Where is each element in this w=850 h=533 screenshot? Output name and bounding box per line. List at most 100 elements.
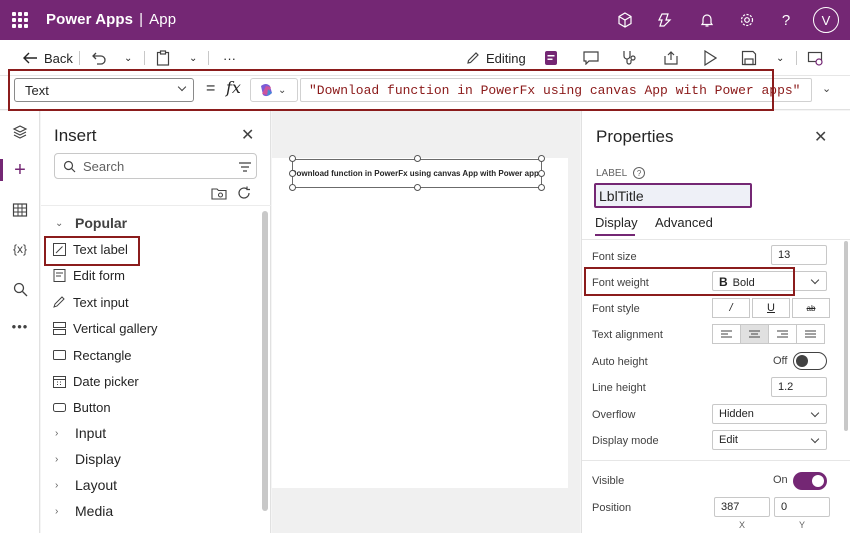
more-commands-button[interactable]: ··· [223, 49, 236, 67]
app-checker-button[interactable] [544, 49, 558, 67]
position-x-input[interactable]: 387 [714, 497, 770, 517]
item-label: Text input [73, 294, 129, 310]
visible-toggle[interactable] [793, 472, 827, 490]
section-input[interactable]: › Input [55, 425, 106, 441]
preview-play-button[interactable] [703, 49, 717, 67]
publish-button[interactable] [807, 49, 823, 67]
align-center-icon[interactable] [740, 324, 769, 344]
line-height-input[interactable]: 1.2 [771, 377, 827, 397]
paste-dropdown-chevron-icon[interactable]: ⌄ [189, 49, 197, 67]
app-checker-icon [545, 51, 557, 65]
app-launcher-icon[interactable] [12, 12, 28, 28]
close-icon[interactable]: ✕ [241, 125, 254, 145]
search-icon [63, 160, 76, 173]
x-caption: X [739, 520, 746, 530]
divider [582, 460, 850, 461]
tab-display[interactable]: Display [595, 215, 638, 230]
section-layout[interactable]: › Layout [55, 477, 117, 493]
back-button[interactable]: Back [22, 49, 73, 67]
paste-button[interactable] [156, 49, 170, 67]
environment-icon[interactable] [616, 11, 634, 29]
auto-height-toggle[interactable] [793, 352, 827, 370]
display-mode-dropdown[interactable]: Edit [712, 430, 827, 450]
font-size-input[interactable]: 13 [771, 245, 827, 265]
underline-button[interactable]: U [752, 298, 790, 318]
section-popular[interactable]: ⌄ Popular [55, 215, 127, 231]
resize-handle[interactable] [414, 184, 421, 191]
insert-item-vertical-gallery[interactable]: Vertical gallery [52, 317, 158, 339]
position-y-input[interactable]: 0 [774, 497, 830, 517]
highlight-formula-box [8, 69, 774, 111]
settings-gear-icon[interactable] [738, 11, 756, 29]
highlight-font-weight-box [584, 267, 795, 296]
section-label: Input [75, 425, 107, 441]
strikethrough-button[interactable]: ab [792, 298, 830, 318]
help-icon[interactable]: ? [777, 11, 795, 29]
save-dropdown-chevron-icon[interactable]: ⌄ [776, 49, 784, 67]
folder-search-icon[interactable] [211, 187, 227, 201]
section-display[interactable]: › Display [55, 451, 121, 467]
insert-item-date-picker[interactable]: Date picker [52, 370, 139, 392]
undo-dropdown-chevron-icon[interactable]: ⌄ [124, 49, 132, 67]
chevron-right-icon: › [55, 505, 59, 517]
highlight-text-label-box [44, 236, 140, 266]
notifications-icon[interactable] [698, 11, 716, 29]
resize-handle[interactable] [538, 170, 545, 177]
user-avatar[interactable]: V [813, 7, 839, 33]
copilot-icon[interactable] [657, 11, 675, 29]
insert-item-text-input[interactable]: Text input [52, 291, 129, 313]
help-icon[interactable]: ? [633, 167, 646, 179]
insert-item-edit-form[interactable]: Edit form [52, 264, 125, 286]
overflow-label: Overflow [592, 409, 636, 421]
resize-handle[interactable] [289, 155, 296, 162]
tree-view-layers-icon[interactable] [10, 122, 30, 142]
tab-advanced[interactable]: Advanced [655, 215, 713, 230]
item-label: Vertical gallery [73, 320, 158, 336]
italic-button[interactable]: / [712, 298, 750, 318]
control-name-input[interactable]: LblTitle [594, 183, 752, 208]
app-screen[interactable] [272, 158, 568, 488]
back-arrow-icon [23, 52, 37, 64]
editing-mode-button[interactable]: Editing [466, 49, 526, 67]
resize-handle[interactable] [538, 184, 545, 191]
insert-pane: Insert ✕ Search ⌄ Popular Text label Edit… [41, 111, 271, 533]
undo-button[interactable] [90, 49, 106, 67]
insert-item-rectangle[interactable]: Rectangle [52, 344, 132, 366]
search-input[interactable]: Search [54, 153, 257, 179]
health-checker-button[interactable] [621, 49, 637, 67]
share-icon [664, 51, 678, 65]
chevron-right-icon: › [55, 427, 59, 439]
expand-formula-chevron-icon[interactable]: ⌄ [822, 82, 831, 95]
gallery-icon [52, 321, 66, 335]
align-justify-icon[interactable] [796, 324, 825, 344]
control-type-caption: LABEL? [596, 167, 646, 179]
scrollbar[interactable] [844, 241, 848, 431]
data-table-icon[interactable] [10, 200, 30, 220]
refresh-icon[interactable] [237, 186, 251, 200]
divider [79, 51, 80, 65]
section-media[interactable]: › Media [55, 503, 113, 519]
save-icon [741, 50, 757, 66]
toggle-knob [812, 475, 824, 487]
resize-handle[interactable] [289, 170, 296, 177]
save-button[interactable] [741, 49, 757, 67]
resize-handle[interactable] [414, 155, 421, 162]
comments-button[interactable] [583, 49, 599, 67]
resize-handle[interactable] [538, 155, 545, 162]
more-ellipsis-icon[interactable]: ••• [10, 316, 30, 336]
insert-plus-icon[interactable]: + [10, 159, 30, 181]
overflow-dropdown[interactable]: Hidden [712, 404, 827, 424]
insert-title: Insert [54, 126, 97, 145]
close-icon[interactable]: ✕ [814, 127, 827, 147]
variables-icon[interactable]: {x} [10, 239, 30, 259]
scrollbar[interactable] [262, 211, 268, 511]
insert-item-button[interactable]: Button [52, 396, 111, 418]
resize-handle[interactable] [289, 184, 296, 191]
back-label: Back [44, 50, 73, 66]
top-bar: Power Apps | App ? V [0, 0, 850, 40]
align-right-icon[interactable] [768, 324, 797, 344]
caption-label: LABEL [596, 167, 628, 179]
search-icon[interactable] [10, 279, 30, 299]
align-left-icon[interactable] [712, 324, 741, 344]
share-button[interactable] [663, 49, 679, 67]
